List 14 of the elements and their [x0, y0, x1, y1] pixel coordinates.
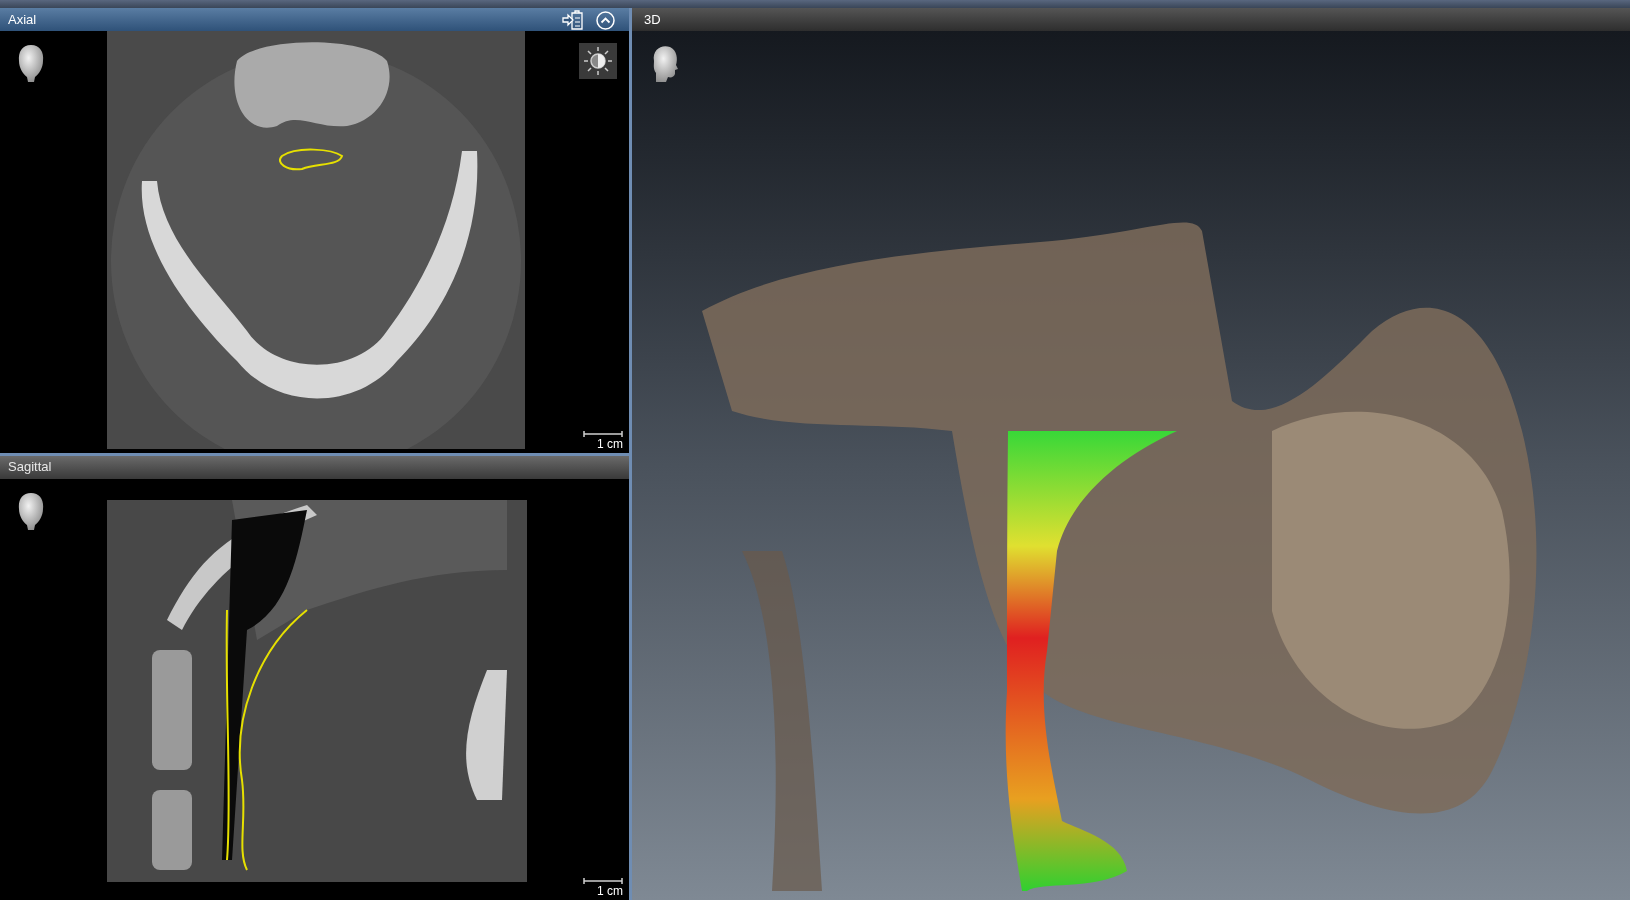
view-title: Axial	[8, 10, 37, 29]
view-header[interactable]: 3D	[632, 8, 1630, 31]
scale-bar	[583, 878, 623, 884]
scale-label: 1 cm	[597, 884, 623, 898]
scale-label: 1 cm	[597, 436, 623, 451]
brightness-contrast-button[interactable]	[579, 43, 617, 79]
view-title: 3D	[644, 10, 661, 29]
collapse-icon[interactable]	[596, 10, 615, 30]
view-title: Sagittal	[8, 458, 52, 477]
scale-bar	[583, 430, 623, 437]
export-report-icon[interactable]	[562, 10, 586, 30]
view-header[interactable]: Sagittal	[0, 455, 629, 479]
view-header[interactable]: Axial	[0, 8, 629, 31]
brightness-icon	[583, 46, 613, 76]
